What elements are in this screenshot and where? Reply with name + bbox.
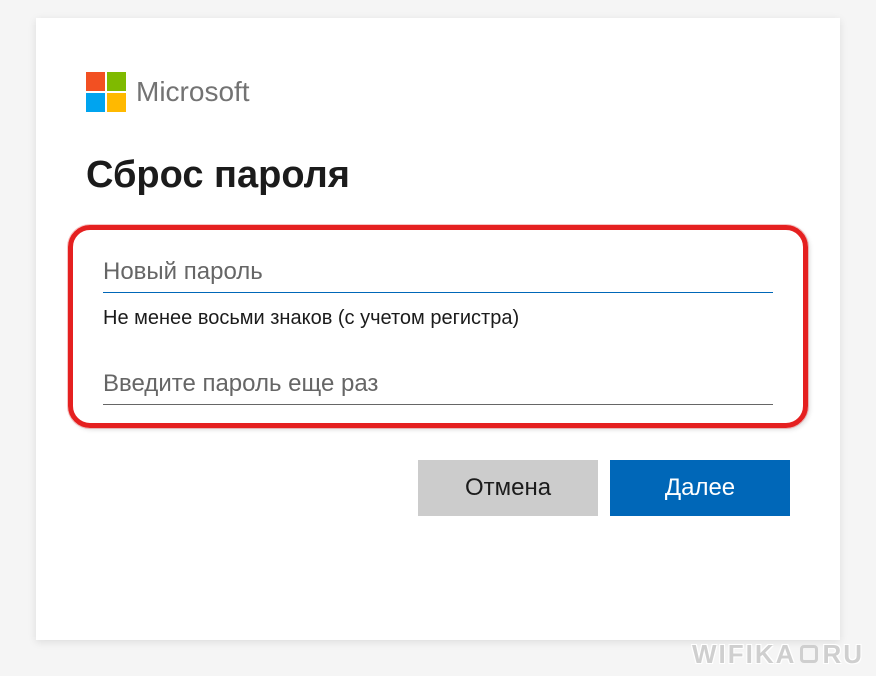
brand-name: Microsoft xyxy=(136,76,250,108)
watermark: WIFIKA RU xyxy=(692,639,864,670)
dialog-card: Microsoft Сброс пароля Не менее восьми з… xyxy=(36,18,840,640)
watermark-dot-icon xyxy=(800,645,818,663)
brand-row: Microsoft xyxy=(86,72,790,112)
next-button[interactable]: Далее xyxy=(610,460,790,516)
microsoft-logo-icon xyxy=(86,72,126,112)
button-row: Отмена Далее xyxy=(86,460,790,516)
cancel-button[interactable]: Отмена xyxy=(418,460,598,516)
new-password-input[interactable] xyxy=(103,252,773,293)
watermark-part1: WIFIKA xyxy=(692,639,796,669)
page-title: Сброс пароля xyxy=(86,154,790,197)
confirm-password-input[interactable] xyxy=(103,364,773,405)
watermark-part2: RU xyxy=(822,639,864,669)
highlighted-form-area: Не менее восьми знаков (с учетом регистр… xyxy=(68,225,808,428)
password-hint: Не менее восьми знаков (с учетом регистр… xyxy=(103,307,773,330)
